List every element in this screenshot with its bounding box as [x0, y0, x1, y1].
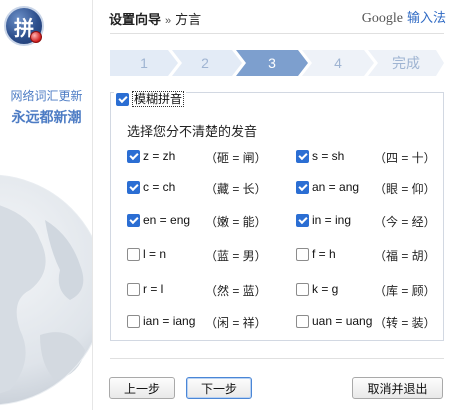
step-2: 2 — [201, 55, 209, 71]
option-example: （转 = 装） — [374, 316, 436, 330]
option-checkbox[interactable] — [127, 247, 140, 261]
option-f-h[interactable]: f = h — [296, 246, 336, 262]
option-z-zh[interactable]: z = zh — [127, 148, 175, 164]
breadcrumb-wizard: 设置向导 — [109, 12, 162, 27]
left-panel: 拼 网络词汇更新 永远都新潮 — [0, 0, 93, 410]
option-an-ang[interactable]: an = ang — [296, 179, 359, 195]
step-indicator: 1 2 3 4 完成 — [110, 50, 444, 76]
option-uan-uang[interactable]: uan = uang — [296, 313, 372, 329]
prev-button[interactable]: 上一步 — [109, 377, 175, 399]
option-rule: f = h — [312, 247, 336, 261]
option-checkbox[interactable] — [296, 149, 309, 163]
google-wordmark: Google — [361, 11, 403, 26]
fuzzy-pinyin-checkbox[interactable] — [116, 92, 129, 106]
header-divider — [110, 33, 444, 34]
breadcrumb-separator: » — [165, 15, 172, 27]
option-checkbox[interactable] — [296, 314, 309, 328]
option-en-eng[interactable]: en = eng — [127, 212, 190, 228]
step-1: 1 — [140, 55, 148, 71]
option-checkbox[interactable] — [296, 213, 309, 227]
option-example: （今 = 经） — [374, 215, 436, 229]
slogan-line1: 网络词汇更新 — [10, 89, 83, 103]
option-rule: k = g — [312, 282, 339, 296]
pinyin-logo: 拼 — [4, 6, 44, 46]
option-l-n[interactable]: l = n — [127, 246, 166, 262]
option-rule: c = ch — [143, 180, 176, 194]
option-checkbox[interactable] — [296, 180, 309, 194]
option-checkbox[interactable] — [127, 213, 140, 227]
step-4: 4 — [334, 55, 342, 71]
option-rule: z = zh — [143, 149, 176, 163]
option-checkbox[interactable] — [127, 180, 140, 194]
logo-dot-icon — [30, 31, 42, 43]
option-ian-iang[interactable]: ian = iang — [127, 313, 195, 329]
globe-icon — [0, 160, 92, 410]
brand-ime: 输入法 — [406, 10, 446, 25]
option-rule: uan = uang — [312, 314, 373, 328]
option-example: （嫩 = 能） — [205, 215, 267, 229]
option-checkbox[interactable] — [127, 149, 140, 163]
option-in-ing[interactable]: in = ing — [296, 212, 351, 228]
breadcrumb: 设置向导» 方言 — [109, 9, 201, 28]
option-checkbox[interactable] — [127, 314, 140, 328]
option-example: （砸 = 闸） — [205, 151, 267, 165]
option-example: （闲 = 祥） — [205, 316, 267, 330]
slogan-line2: 永远都新潮 — [11, 109, 82, 125]
instruction-text: 选择您分不清楚的发音 — [127, 124, 258, 139]
header: 设置向导» 方言 Google 输入法 — [93, 0, 458, 32]
option-rule: s = sh — [312, 149, 345, 163]
step-5: 完成 — [392, 55, 420, 71]
option-rule: an = ang — [312, 180, 360, 194]
option-rule: in = ing — [312, 213, 352, 227]
breadcrumb-page: 方言 — [175, 12, 202, 27]
brand: Google 输入法 — [362, 7, 446, 27]
option-example: （四 = 十） — [374, 151, 436, 165]
option-example: （眼 = 仰） — [374, 182, 436, 196]
option-checkbox[interactable] — [296, 282, 309, 296]
fuzzy-pinyin-label: 模糊拼音 — [132, 91, 185, 107]
option-k-g[interactable]: k = g — [296, 281, 338, 297]
option-rule: l = n — [143, 247, 167, 261]
step-3: 3 — [268, 55, 276, 71]
option-rule: r = l — [143, 282, 164, 296]
option-example: （藏 = 长） — [205, 182, 267, 196]
footer-divider — [110, 358, 444, 359]
option-r-l[interactable]: r = l — [127, 281, 163, 297]
fuzzy-pinyin-toggle[interactable]: 模糊拼音 — [114, 90, 187, 108]
option-s-sh[interactable]: s = sh — [296, 148, 344, 164]
option-example: （然 = 蓝） — [205, 284, 267, 298]
option-rule: ian = iang — [143, 314, 196, 328]
option-example: （福 = 胡） — [374, 249, 436, 263]
option-checkbox[interactable] — [127, 282, 140, 296]
cancel-exit-button[interactable]: 取消并退出 — [352, 377, 443, 399]
option-checkbox[interactable] — [296, 247, 309, 261]
option-c-ch[interactable]: c = ch — [127, 179, 175, 195]
option-rule: en = eng — [143, 213, 191, 227]
next-button[interactable]: 下一步 — [186, 377, 252, 399]
option-example: （库 = 顾） — [374, 284, 436, 298]
option-example: （蓝 = 男） — [205, 249, 267, 263]
